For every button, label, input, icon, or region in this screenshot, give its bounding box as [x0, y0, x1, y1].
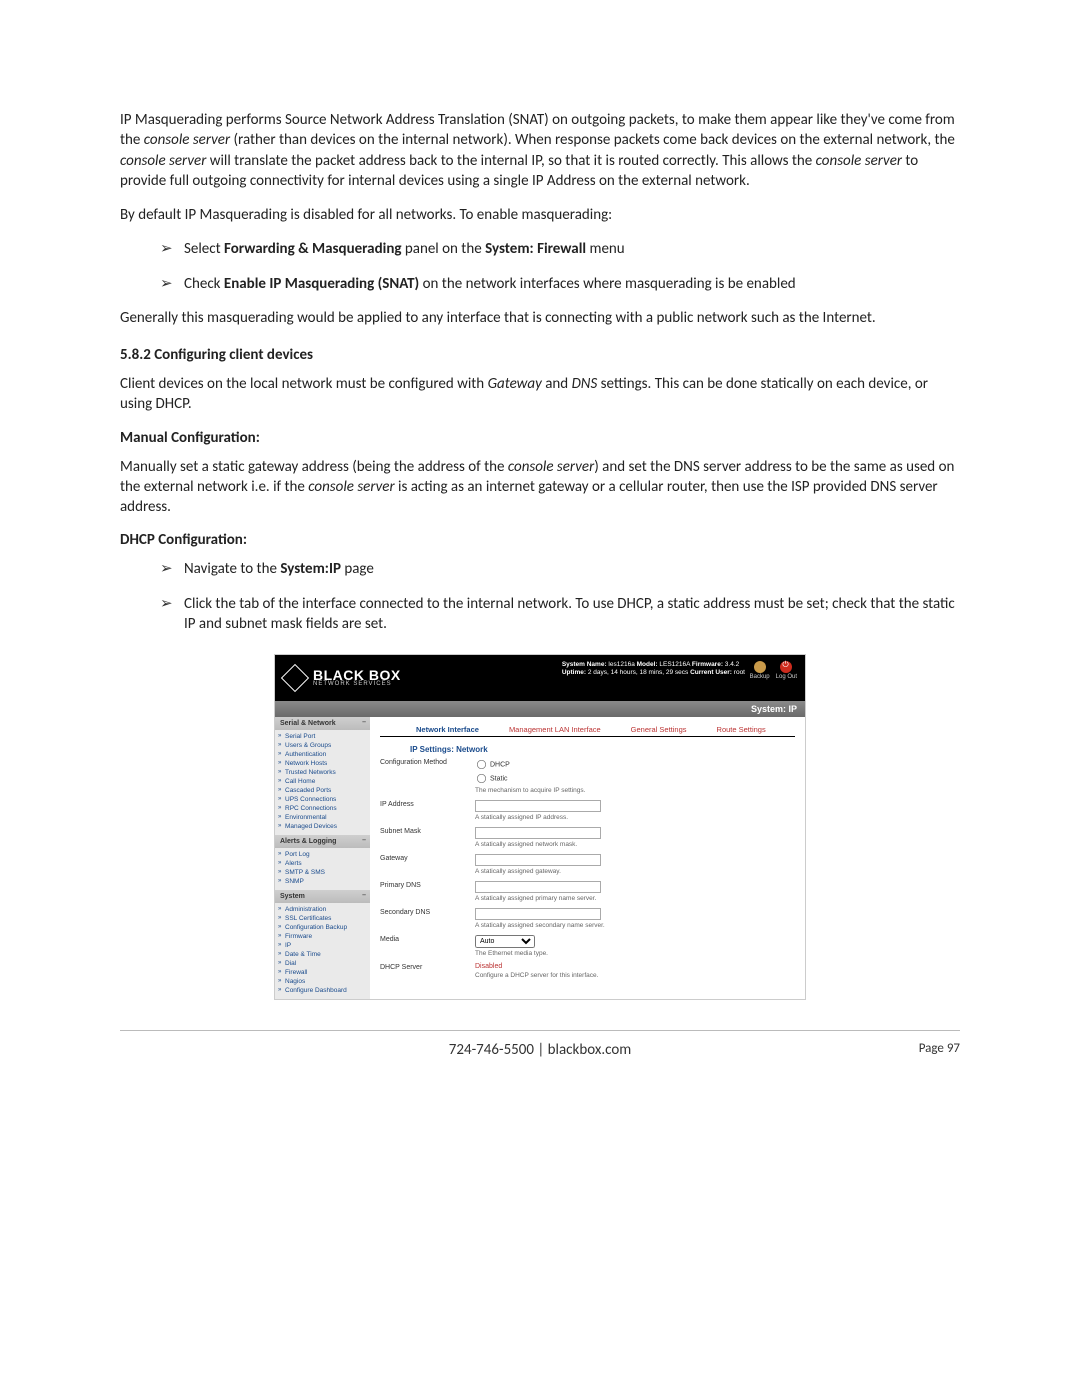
link-dhcp-disabled[interactable]: Disabled	[475, 963, 502, 970]
logo-subtext: NETWORK SERVICES	[313, 681, 401, 687]
screenshot-header: BLACK BOX NETWORK SERVICES System Name: …	[275, 655, 805, 701]
sidebar-item[interactable]: Trusted Networks	[275, 768, 370, 777]
input-subnet-mask[interactable]	[475, 827, 601, 839]
sidebar-item[interactable]: Nagios	[275, 977, 370, 986]
radio-dhcp[interactable]	[477, 760, 486, 769]
sidebar-item[interactable]: Firmware	[275, 932, 370, 941]
tabs-row: Network Interface Management LAN Interfa…	[380, 723, 795, 737]
footer-page-number: Page 97	[919, 1041, 960, 1056]
breadcrumb: System: IP	[275, 701, 805, 717]
sidebar-item[interactable]: Users & Groups	[275, 741, 370, 750]
label-media: Media	[380, 935, 475, 943]
desc-gateway: A statically assigned gateway.	[475, 868, 795, 875]
section-title: IP Settings: Network	[410, 745, 795, 754]
label-primary-dns: Primary DNS	[380, 881, 475, 889]
input-primary-dns[interactable]	[475, 881, 601, 893]
sidebar-item[interactable]: Alerts	[275, 859, 370, 868]
logo-block: BLACK BOX NETWORK SERVICES	[313, 669, 401, 688]
step-select-panel: Select Forwarding & Masquerading panel o…	[160, 239, 960, 259]
sidebar-group-serial-network[interactable]: Serial & Network	[275, 717, 370, 730]
sidebar-item[interactable]: IP	[275, 941, 370, 950]
dhcp-steps-list: Navigate to the System:IP page Click the…	[120, 559, 960, 634]
sidebar-item[interactable]: SMTP & SMS	[275, 868, 370, 877]
radio-static[interactable]	[477, 774, 486, 783]
sidebar-item[interactable]: Configure Dashboard	[275, 986, 370, 995]
label-ip-address: IP Address	[380, 800, 475, 808]
desc-pdns: A statically assigned primary name serve…	[475, 895, 795, 902]
sidebar-item[interactable]: Port Log	[275, 850, 370, 859]
tab-management-lan[interactable]: Management LAN Interface	[509, 725, 601, 734]
desc-media: The Ethernet media type.	[475, 950, 795, 957]
header-icons: Backup Log Out	[750, 661, 797, 680]
label-secondary-dns: Secondary DNS	[380, 908, 475, 916]
footer-contact: 724-746-5500 | blackbox.com	[449, 1041, 631, 1059]
paragraph-manual: Manually set a static gateway address (b…	[120, 457, 960, 518]
step-click-tab: Click the tab of the interface connected…	[160, 594, 960, 635]
input-secondary-dns[interactable]	[475, 908, 601, 920]
logout-button[interactable]: Log Out	[776, 661, 797, 680]
main-panel: Network Interface Management LAN Interfa…	[370, 717, 805, 999]
sidebar-item[interactable]: Dial	[275, 959, 370, 968]
system-info: System Name: les1216a Model: LES1216A Fi…	[562, 661, 745, 678]
heading-dhcp-config: DHCP Configuration:	[120, 531, 960, 549]
paragraph-generally: Generally this masquerading would be app…	[120, 308, 960, 328]
sidebar-item[interactable]: Environmental	[275, 813, 370, 822]
heading-manual-config: Manual Configuration:	[120, 429, 960, 447]
sidebar-item[interactable]: SSL Certificates	[275, 914, 370, 923]
label-subnet-mask: Subnet Mask	[380, 827, 475, 835]
desc-config-method: The mechanism to acquire IP settings.	[475, 787, 795, 794]
sidebar-item[interactable]: SNMP	[275, 877, 370, 886]
desc-ip: A statically assigned IP address.	[475, 814, 795, 821]
sidebar-item[interactable]: Date & Time	[275, 950, 370, 959]
sidebar-item[interactable]: Configuration Backup	[275, 923, 370, 932]
sidebar-group-system[interactable]: System	[275, 890, 370, 903]
paragraph-default-disabled: By default IP Masquerading is disabled f…	[120, 205, 960, 225]
sidebar-group-alerts-logging[interactable]: Alerts & Logging	[275, 835, 370, 848]
paragraph-client-devices: Client devices on the local network must…	[120, 374, 960, 415]
sidebar-item[interactable]: Authentication	[275, 750, 370, 759]
tab-network-interface[interactable]: Network Interface	[416, 725, 479, 734]
sidebar-list-g2: Port Log Alerts SMTP & SMS SNMP	[275, 848, 370, 890]
logo-text: BLACK BOX	[313, 669, 401, 682]
enable-steps-list: Select Forwarding & Masquerading panel o…	[120, 239, 960, 294]
tab-route-settings[interactable]: Route Settings	[717, 725, 766, 734]
power-icon	[780, 661, 792, 673]
logo-diamond-icon	[281, 664, 309, 692]
sidebar-item[interactable]: Network Hosts	[275, 759, 370, 768]
sidebar-item[interactable]: Call Home	[275, 777, 370, 786]
backup-button[interactable]: Backup	[750, 661, 770, 680]
sidebar-list-g1: Serial Port Users & Groups Authenticatio…	[275, 730, 370, 835]
paragraph-ip-masq: IP Masquerading performs Source Network …	[120, 110, 960, 191]
label-dhcp-server: DHCP Server	[380, 963, 475, 971]
select-media[interactable]: Auto	[475, 935, 535, 948]
label-gateway: Gateway	[380, 854, 475, 862]
step-navigate: Navigate to the System:IP page	[160, 559, 960, 579]
desc-mask: A statically assigned network mask.	[475, 841, 795, 848]
screenshot-system-ip: BLACK BOX NETWORK SERVICES System Name: …	[274, 654, 806, 1000]
step-check-enable: Check Enable IP Masquerading (SNAT) on t…	[160, 274, 960, 294]
heading-582: 5.8.2 Configuring client devices	[120, 346, 960, 364]
desc-dhcpsrv: Configure a DHCP server for this interfa…	[475, 972, 795, 979]
input-ip-address[interactable]	[475, 800, 601, 812]
sidebar: Serial & Network Serial Port Users & Gro…	[275, 717, 370, 999]
sidebar-item[interactable]: Cascaded Ports	[275, 786, 370, 795]
sidebar-item[interactable]: Serial Port	[275, 732, 370, 741]
sidebar-list-g3: Administration SSL Certificates Configur…	[275, 903, 370, 999]
input-gateway[interactable]	[475, 854, 601, 866]
gear-icon	[754, 661, 766, 673]
page-footer: 724-746-5500 | blackbox.com Page 97	[120, 1030, 960, 1054]
desc-sdns: A statically assigned secondary name ser…	[475, 922, 795, 929]
label-config-method: Configuration Method	[380, 758, 475, 766]
sidebar-item[interactable]: UPS Connections	[275, 795, 370, 804]
sidebar-item[interactable]: Administration	[275, 905, 370, 914]
tab-general-settings[interactable]: General Settings	[631, 725, 687, 734]
sidebar-item[interactable]: Firewall	[275, 968, 370, 977]
sidebar-item[interactable]: RPC Connections	[275, 804, 370, 813]
sidebar-item[interactable]: Managed Devices	[275, 822, 370, 831]
